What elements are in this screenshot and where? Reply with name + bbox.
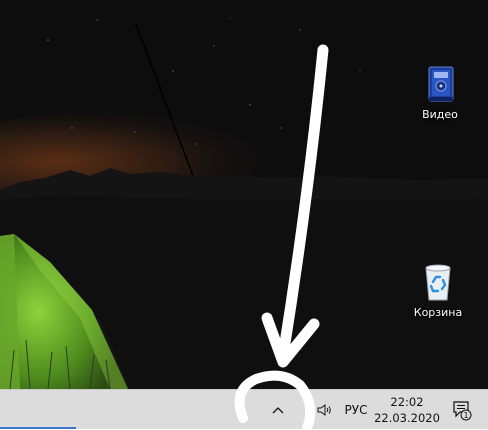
desktop-icon-label: Видео [422,108,458,121]
notification-center-button[interactable]: 1 [446,390,478,430]
desktop-wallpaper: Видео Корзина [0,0,488,389]
notification-count: 1 [463,411,468,420]
desktop-icon-label: Корзина [413,306,463,319]
desktop-icon-recycle-bin[interactable]: Корзина [406,262,470,319]
notification-icon: 1 [453,401,472,421]
clock-date: 22.03.2020 [374,411,440,425]
night-sky-wallpaper [0,0,488,389]
taskbar: РУС 22:02 22.03.2020 1 [0,389,488,429]
clock[interactable]: 22:02 22.03.2020 [374,390,440,430]
speaker-icon [317,404,331,416]
volume-button[interactable] [313,390,337,430]
show-hidden-icons-chevron-button[interactable] [266,390,290,430]
chevron-up-icon [272,407,284,414]
recycle-bin-icon [418,262,458,302]
desktop-icon-video[interactable]: Видео [408,64,472,121]
video-folder-icon [420,64,460,104]
clock-time: 22:02 [390,395,424,409]
language-indicator[interactable]: РУС [340,390,372,430]
